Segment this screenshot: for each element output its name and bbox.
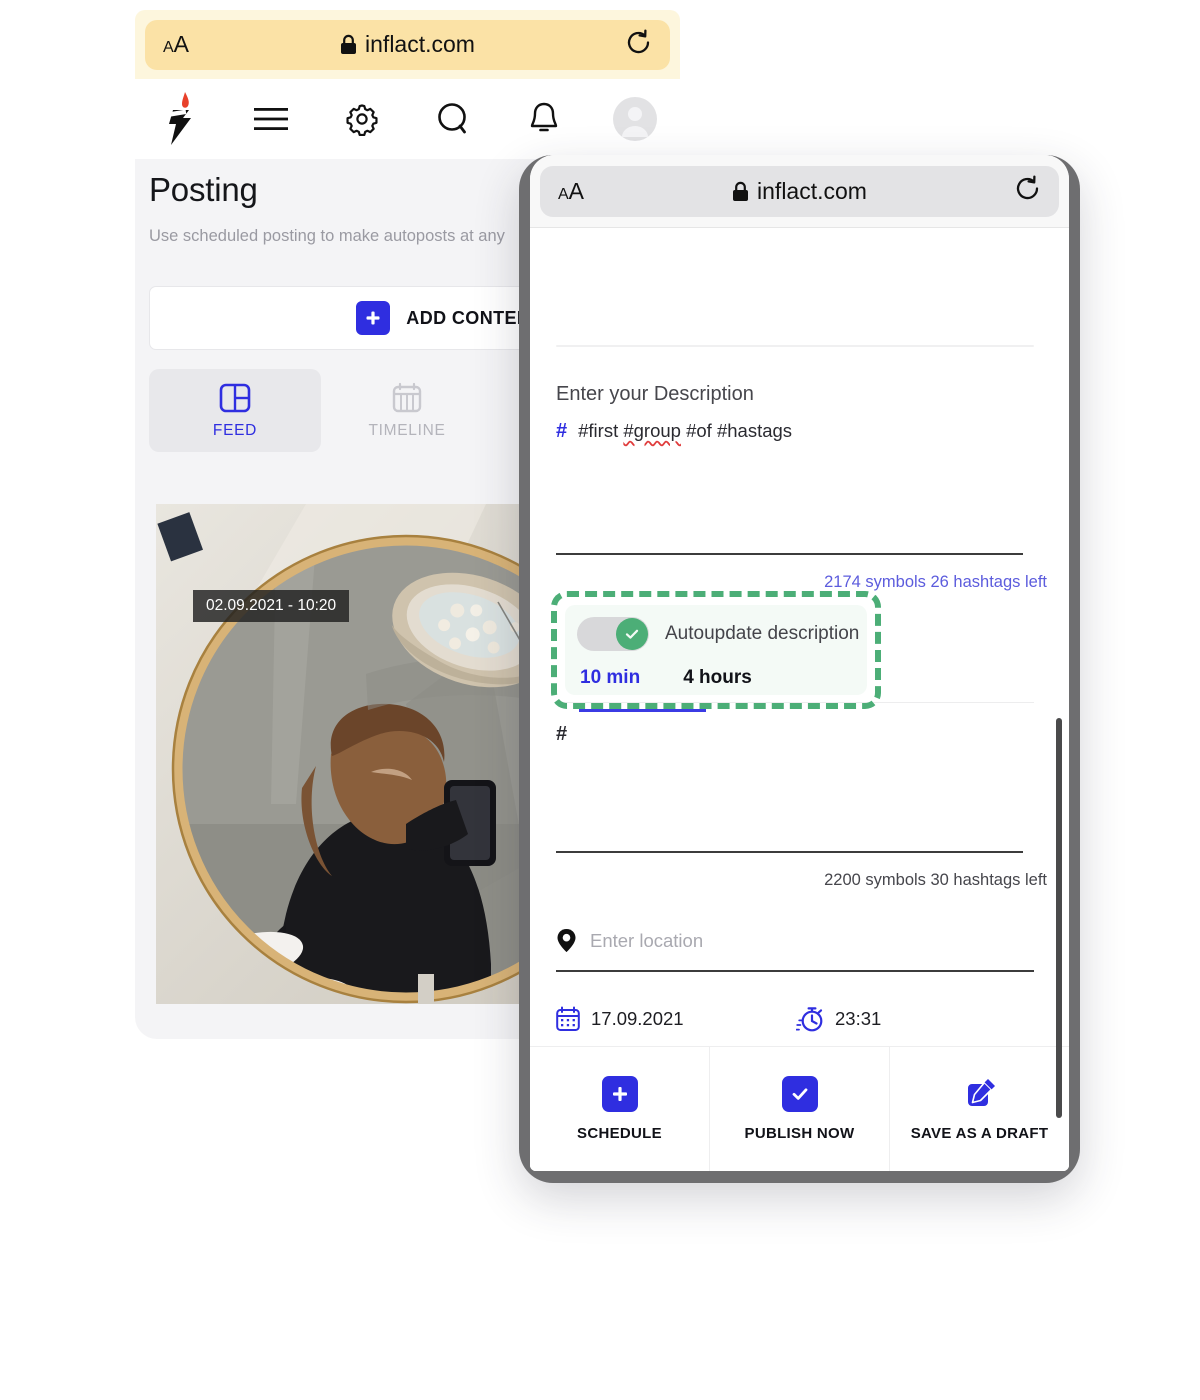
schedule-label: SCHEDULE (577, 1125, 662, 1142)
nav-menu[interactable] (226, 104, 317, 134)
back-top-nav (135, 79, 680, 159)
publish-now-label: PUBLISH NOW (744, 1125, 855, 1142)
location-underline (556, 970, 1034, 972)
hashtags-input[interactable]: # (556, 723, 567, 746)
gear-icon (346, 104, 378, 137)
page-subtitle: Use scheduled posting to make autoposts … (149, 227, 505, 245)
location-placeholder: Enter location (590, 929, 704, 951)
plus-icon (601, 1076, 638, 1112)
nav-search[interactable] (407, 101, 498, 137)
pin-icon (557, 929, 576, 952)
nav-avatar[interactable] (589, 97, 680, 141)
back-url-display: inflact.com (145, 31, 670, 58)
hashtag-icon: # (556, 420, 568, 442)
page-title: Posting (149, 171, 258, 208)
date-input[interactable]: 17.09.2021 (556, 1006, 684, 1032)
stopwatch-icon (796, 1007, 823, 1032)
feed-timeline-tabs: FEED TIMELINE (149, 369, 493, 452)
photo-timestamp: 02.09.2021 - 10:20 (193, 590, 350, 622)
misspelled-word: #group (623, 420, 681, 441)
autoupdate-toggle-row[interactable]: Autoupdate description (577, 617, 859, 651)
tab-feed[interactable]: FEED (149, 369, 321, 452)
description-counter: 2174 symbols 26 hashtags left (824, 573, 1047, 591)
back-address-bar[interactable]: AA inflact.com (145, 19, 670, 70)
edit-pencil-icon (962, 1076, 998, 1112)
front-url-text: inflact.com (757, 177, 867, 204)
save-draft-label: SAVE AS A DRAFT (910, 1125, 1049, 1142)
hashtags-counter: 2200 symbols 30 hashtags left (824, 871, 1047, 889)
front-scrollbar[interactable] (1056, 718, 1062, 1118)
lock-icon (341, 34, 357, 54)
calendar-icon (556, 1006, 580, 1031)
description-value: #first #group #of #hastags (578, 420, 793, 441)
front-device-frame: AA inflact.com Enter your Description # … (519, 155, 1080, 1183)
plus-icon (356, 301, 391, 335)
description-underline (556, 553, 1023, 555)
front-form: Enter your Description # #first #group #… (530, 228, 1069, 1171)
save-draft-button[interactable]: SAVE AS A DRAFT (889, 1047, 1069, 1171)
front-url-display: inflact.com (540, 178, 1059, 205)
autoupdate-label: Autoupdate description (665, 623, 860, 644)
tab-timeline[interactable]: TIMELINE (321, 369, 493, 452)
autoupdate-toggle[interactable] (577, 617, 649, 651)
date-value: 17.09.2021 (591, 1008, 684, 1029)
description-label: Enter your Description (556, 383, 754, 405)
screenshot-stage: AA inflact.com Posting Use scheduled pos… (0, 0, 1200, 1400)
interval-4hours[interactable]: 4 hours (683, 667, 752, 689)
location-input[interactable]: Enter location (556, 928, 703, 953)
bell-icon (530, 102, 557, 132)
front-browser-chrome: AA inflact.com (530, 155, 1069, 228)
back-url-text: inflact.com (365, 31, 475, 57)
time-input[interactable]: 23:31 (796, 1006, 881, 1032)
autoupdate-intervals: 10 min 4 hours (580, 667, 752, 689)
menu-icon (254, 108, 289, 130)
check-icon (781, 1076, 818, 1112)
avatar-icon (612, 97, 657, 141)
schedule-button[interactable]: SCHEDULE (530, 1047, 709, 1171)
tab-timeline-label: TIMELINE (368, 422, 446, 439)
tab-feed-label: FEED (212, 422, 258, 439)
nav-settings[interactable] (317, 101, 408, 137)
front-screen: AA inflact.com Enter your Description # … (530, 155, 1069, 1171)
check-icon (616, 618, 648, 650)
hashtags-underline (556, 851, 1023, 853)
autoupdate-panel: Autoupdate description 10 min 4 hours (565, 605, 867, 712)
nav-logo[interactable] (135, 91, 226, 147)
front-action-bar: SCHEDULE PUBLISH NOW SAVE AS A DRAFT (530, 1046, 1069, 1171)
search-icon (438, 103, 466, 134)
reload-icon[interactable] (625, 28, 652, 61)
description-input[interactable]: # #first #group #of #hastags (556, 420, 792, 442)
publish-now-button[interactable]: PUBLISH NOW (709, 1047, 889, 1171)
interval-active-underline (579, 709, 706, 712)
interval-10min[interactable]: 10 min (580, 667, 640, 689)
feed-grid-icon (219, 383, 251, 413)
autoupdate-callout: Autoupdate description 10 min 4 hours (551, 591, 881, 712)
back-browser-chrome: AA inflact.com (135, 10, 680, 79)
divider-top (556, 345, 1034, 347)
lock-icon (733, 181, 749, 201)
time-value: 23:31 (835, 1008, 882, 1029)
front-address-bar[interactable]: AA inflact.com (540, 165, 1059, 217)
nav-notifications[interactable] (498, 101, 589, 137)
reload-icon[interactable] (1014, 175, 1041, 207)
calendar-icon (392, 382, 422, 413)
logo-icon (169, 92, 192, 145)
